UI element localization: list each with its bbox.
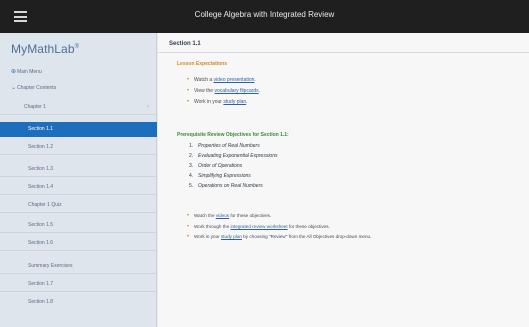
- objectives-list: 1. Properties of Real Numbers 2. Evaluatin…: [189, 142, 278, 192]
- logo-mark: ®: [74, 44, 80, 50]
- list-item: • View the vocabulary flipcards.: [187, 86, 260, 97]
- sidebar-item-section-1-7[interactable]: Section 1.7: [0, 277, 157, 292]
- sidebar-item-section-1-2[interactable]: Section 1.2: [0, 140, 157, 155]
- sidebar-item-section-1-6[interactable]: Section 1.6: [0, 236, 157, 251]
- top-bar: College Algebra with Integrated Review: [0, 0, 529, 33]
- bullet-icon: •: [187, 98, 190, 105]
- list-item: 4. Simplifying Expressions: [189, 172, 251, 179]
- list-item: • Work in your study plan by choosing "Re…: [187, 232, 371, 243]
- list-item: • Watch the videos for these objectives.: [187, 211, 371, 222]
- chevron-icon: ‹: [147, 104, 149, 110]
- bullet-icon: •: [187, 223, 190, 230]
- vocabulary-flipcards-link[interactable]: vocabulary flipcards: [214, 88, 258, 94]
- bullet-icon: •: [187, 213, 190, 219]
- list-item: • Watch a video presentation.: [187, 75, 260, 86]
- page-title: Section 1.1: [169, 41, 201, 47]
- integrated-review-worksheet-link[interactable]: integrated review worksheet: [230, 224, 287, 229]
- list-item: • Work in your study plan.: [187, 97, 260, 108]
- divider: [158, 52, 529, 53]
- sidebar-item-section-1-1[interactable]: Section 1.1: [0, 122, 157, 137]
- lesson-expectations-heading: Lesson Expectations: [177, 61, 228, 67]
- list-item: • Work through the integrated review work…: [187, 222, 371, 233]
- logo-text: MyMathLab: [11, 42, 75, 56]
- study-plan-link[interactable]: study plan: [221, 234, 242, 239]
- sidebar-item-section-1-8[interactable]: Section 1.8: [0, 295, 157, 310]
- bullet-icon: •: [187, 234, 190, 240]
- sidebar-item-label: Section 1.3: [28, 166, 54, 172]
- sidebar-item-summary-exercises[interactable]: Summary Exercises: [0, 259, 157, 274]
- sidebar-item-section-1-3[interactable]: Section 1.3: [0, 162, 157, 177]
- sidebar-item-label: Section 1.8: [28, 299, 54, 305]
- sidebar-item-label: Section 1.6: [28, 240, 54, 246]
- sidebar-item-label: Main Menu: [17, 69, 42, 75]
- sidebar-item-label: Section 1.4: [28, 184, 54, 190]
- study-plan-link[interactable]: study plan: [223, 99, 246, 105]
- sidebar-item-label: Section 1.7: [28, 281, 54, 287]
- sidebar-item-main-menu[interactable]: ⊕Main Menu: [0, 65, 157, 80]
- sidebar-item-chapter-1-quiz[interactable]: Chapter 1 Quiz: [0, 198, 157, 213]
- sidebar-item-section-1-4[interactable]: Section 1.4: [0, 180, 157, 195]
- sidebar-item-chapter-contents[interactable]: ⌄Chapter Contents: [0, 81, 157, 96]
- sidebar-item-label: Chapter 1 Quiz: [28, 202, 62, 208]
- video-presentation-link[interactable]: video presentation: [214, 77, 255, 83]
- sidebar-item-label: Summary Exercises: [28, 263, 73, 269]
- sidebar-item-label: Section 1.2: [28, 144, 54, 150]
- sidebar-item-label: Section 1.1: [28, 126, 54, 132]
- bullet-icon: •: [187, 77, 190, 83]
- sidebar-item-label: Section 1.5: [28, 222, 54, 228]
- list-item: 3. Order of Operations: [189, 162, 243, 169]
- sidebar-item-label: Chapter Contents: [17, 85, 57, 91]
- sidebar: MyMathLab® ⊕Main Menu ⌄Chapter Contents …: [0, 33, 157, 327]
- lesson-expectations-list: • Watch a video presentation. • View the v…: [187, 75, 260, 107]
- sidebar-item-chapter-1[interactable]: Chapter 1 ‹: [0, 100, 157, 115]
- list-item: 5. Operations on Real Numbers: [189, 182, 263, 189]
- list-item: 2. Evaluating Exponential Expressions: [189, 152, 278, 159]
- logo: MyMathLab®: [11, 42, 79, 56]
- main-content: Section 1.1 Lesson Expectations • Watch a…: [158, 33, 529, 327]
- objectives-heading: Prerequisite Review Objectives for Secti…: [177, 132, 289, 138]
- videos-link[interactable]: videos: [216, 213, 229, 218]
- sidebar-item-section-1-5[interactable]: Section 1.5: [0, 218, 157, 233]
- list-item: 1. Properties of Real Numbers: [189, 143, 260, 149]
- task-list: • Watch the videos for these objectives. …: [187, 211, 371, 243]
- course-title: College Algebra with Integrated Review: [194, 10, 335, 19]
- bullet-icon: •: [187, 87, 190, 94]
- sidebar-item-label: Chapter 1: [24, 104, 46, 110]
